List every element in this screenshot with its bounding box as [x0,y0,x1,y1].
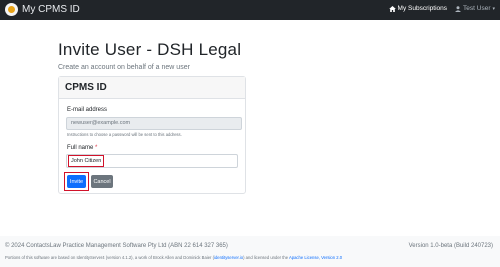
required-marker: * [95,145,98,151]
user-icon [455,5,462,12]
full-name-label: Full name * [67,145,97,151]
email-label: E-mail address [67,107,108,113]
chevron-down-icon: ▾ [492,5,495,12]
full-name-input[interactable]: John Citizen [66,154,238,168]
email-field[interactable]: newuser@example.com [66,117,242,130]
footer-copyright: © 2024 ContactsLaw Practice Management S… [5,243,228,249]
identityserver-link[interactable]: identityserver.io [214,255,243,260]
footer-note-middle: ) and licensed under the [243,255,289,260]
top-navbar: My CPMS ID My Subscriptions Test User ▾ [0,0,500,20]
footer: © 2024 ContactsLaw Practice Management S… [0,236,500,267]
footer-note-prefix: Portions of this software are based on I… [5,255,215,260]
user-menu-dropdown[interactable]: Test User ▾ [455,5,495,12]
footer-license-note: Portions of this software are based on I… [5,255,342,260]
invite-button[interactable]: Invite [67,175,86,188]
cpms-logo-icon[interactable] [5,3,18,16]
my-subscriptions-label: My Subscriptions [397,5,448,12]
my-subscriptions-link[interactable]: My Subscriptions [388,5,448,12]
page-subtitle: Create an account on behalf of a new use… [58,64,190,71]
cancel-button[interactable]: Cancel [91,175,113,188]
home-icon [388,5,396,12]
card-title: CPMS ID [65,82,107,93]
invite-form-card: CPMS ID E-mail address newuser@example.c… [58,76,246,194]
navbar-right: My Subscriptions Test User ▾ [388,5,495,12]
card-header: CPMS ID [59,77,245,99]
app-title[interactable]: My CPMS ID [22,4,80,15]
user-name-label: Test User [463,5,491,12]
full-name-value: John Citizen [67,155,105,167]
apache-license-link[interactable]: Apache License, Version 2.0 [289,255,342,260]
email-help-text: Instructions to choose a password will b… [67,132,182,137]
footer-version: Version 1.0-beta (Build 240723) [408,243,493,249]
page-title: Invite User - DSH Legal [58,40,242,59]
full-name-label-text: Full name [67,145,94,151]
